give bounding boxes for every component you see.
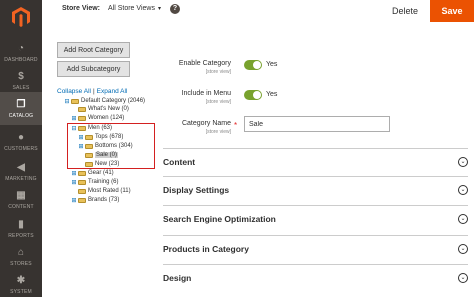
tree-node-default-category[interactable]: ⊟ Default Category (2046)	[64, 97, 145, 105]
expand-toggle-icon[interactable]: ⊞	[71, 179, 77, 186]
expand-toggle-icon[interactable]: ⊞	[71, 115, 77, 122]
admin-sidebar: ◔ Dashboard $ Sales ❒ Catalog ● Customer…	[0, 0, 42, 297]
expand-all-link[interactable]: Expand All	[97, 88, 128, 95]
collapse-toggle-icon[interactable]: ⊟	[64, 98, 70, 105]
section-search-engine-optimization[interactable]: Search Engine Optimization ⌄	[163, 205, 468, 231]
sidebar-item-label: Reports	[8, 232, 34, 239]
category-name-input[interactable]	[244, 116, 390, 132]
expand-toggle-icon[interactable]: ⊞	[71, 170, 77, 177]
enable-category-label: Enable Category	[178, 60, 231, 67]
chevron-down-icon: ▾	[157, 6, 161, 12]
tree-node-label: What's New (0)	[88, 106, 129, 112]
chevron-down-icon[interactable]: ⌄	[458, 184, 468, 195]
sidebar-item-label: Sales	[12, 84, 30, 91]
include-in-menu-toggle[interactable]	[244, 90, 262, 100]
tree-node-whats-new[interactable]: What's New (0)	[71, 105, 129, 113]
store-view-value: All Store Views	[108, 5, 155, 12]
tree-node-brands[interactable]: ⊞ Brands (73)	[71, 196, 119, 204]
section-products-in-category[interactable]: Products in Category ⌄	[163, 235, 468, 261]
sidebar-item-label: Marketing	[5, 175, 37, 182]
sidebar-item-system[interactable]: ✱ System	[0, 268, 42, 297]
collapse-all-link[interactable]: Collapse All	[57, 88, 91, 95]
sidebar-item-label: System	[10, 288, 32, 295]
folder-icon	[78, 188, 86, 194]
tree-node-women[interactable]: ⊞ Women (124)	[71, 114, 124, 122]
sidebar-item-label: Content	[8, 203, 34, 210]
chevron-down-icon[interactable]: ⌄	[458, 156, 468, 167]
content-icon: ▦	[16, 189, 26, 201]
enable-category-scope: [store view]	[205, 69, 231, 75]
dashboard-icon: ◔	[17, 42, 25, 54]
delete-button[interactable]: Delete	[384, 0, 426, 22]
folder-icon	[71, 98, 79, 104]
store-icon: ⌂	[17, 246, 25, 258]
expand-toggle-icon[interactable]: ⊞	[71, 197, 77, 204]
section-title: Products in Category	[163, 243, 249, 254]
enable-category-value: Yes	[266, 61, 278, 68]
category-name-scope: [store view]	[205, 129, 231, 135]
include-in-menu-scope: [store view]	[205, 99, 231, 105]
folder-icon	[78, 106, 86, 112]
magento-logo[interactable]	[0, 0, 42, 34]
tree-node-label: Gear (41)	[88, 170, 114, 176]
folder-icon	[78, 197, 86, 203]
tree-node-gear[interactable]: ⊞ Gear (41)	[71, 169, 114, 177]
enable-category-toggle[interactable]	[244, 60, 262, 70]
store-view-label: Store View:	[62, 5, 100, 12]
section-design[interactable]: Design ⌄	[163, 264, 468, 290]
chevron-down-icon[interactable]: ⌄	[458, 243, 468, 254]
help-icon[interactable]: ?	[170, 4, 180, 14]
tree-node-label: Default Category (2046)	[81, 98, 146, 104]
tree-node-most-rated[interactable]: Most Rated (11)	[71, 187, 131, 195]
section-title: Content	[163, 156, 196, 167]
section-title: Search Engine Optimization	[163, 213, 276, 224]
tree-controls: Collapse All | Expand All	[57, 88, 127, 95]
save-button[interactable]: Save	[430, 0, 474, 22]
folder-icon	[78, 170, 86, 176]
folder-icon	[78, 179, 86, 185]
sidebar-item-customers[interactable]: ● Customers	[0, 125, 42, 158]
sidebar-item-label: Stores	[10, 260, 32, 267]
folder-icon	[78, 115, 86, 121]
add-root-category-button[interactable]: Add Root Category	[57, 42, 130, 58]
person-icon: ●	[17, 131, 25, 143]
tree-node-label: Training (6)	[88, 179, 119, 185]
add-subcategory-button[interactable]: Add Subcategory	[57, 61, 130, 77]
include-in-menu-value: Yes	[266, 91, 278, 98]
tree-node-label: Most Rated (11)	[88, 188, 131, 194]
chevron-down-icon[interactable]: ⌄	[458, 213, 468, 224]
section-title: Display Settings	[163, 184, 230, 195]
box-icon: ❒	[16, 98, 26, 110]
section-title: Design	[163, 272, 192, 283]
chevron-down-icon[interactable]: ⌄	[458, 272, 468, 283]
dollar-icon: $	[18, 70, 24, 82]
highlight-annotation-box	[67, 123, 155, 169]
bar-chart-icon: ▮	[18, 218, 24, 230]
required-indicator: *	[234, 121, 238, 130]
megaphone-icon: ◀	[17, 161, 25, 173]
gear-icon: ✱	[16, 274, 26, 286]
tree-node-label: Women (124)	[88, 115, 125, 121]
category-name-label: Category Name	[181, 120, 231, 127]
sidebar-item-label: Customers	[4, 145, 38, 152]
include-in-menu-label: Include in Menu	[181, 90, 231, 97]
tree-node-training[interactable]: ⊞ Training (6)	[71, 178, 118, 186]
tree-controls-separator: |	[92, 88, 95, 95]
section-display-settings[interactable]: Display Settings ⌄	[163, 176, 468, 202]
tree-node-label: Brands (73)	[88, 197, 120, 203]
sidebar-item-label: Dashboard	[4, 56, 38, 63]
magento-logo-icon	[12, 7, 30, 27]
section-content[interactable]: Content ⌄	[163, 148, 468, 174]
sidebar-item-catalog[interactable]: ❒ Catalog	[0, 92, 42, 125]
sidebar-item-label: Catalog	[8, 112, 34, 119]
store-view-switcher[interactable]: All Store Views ▾	[108, 5, 161, 12]
